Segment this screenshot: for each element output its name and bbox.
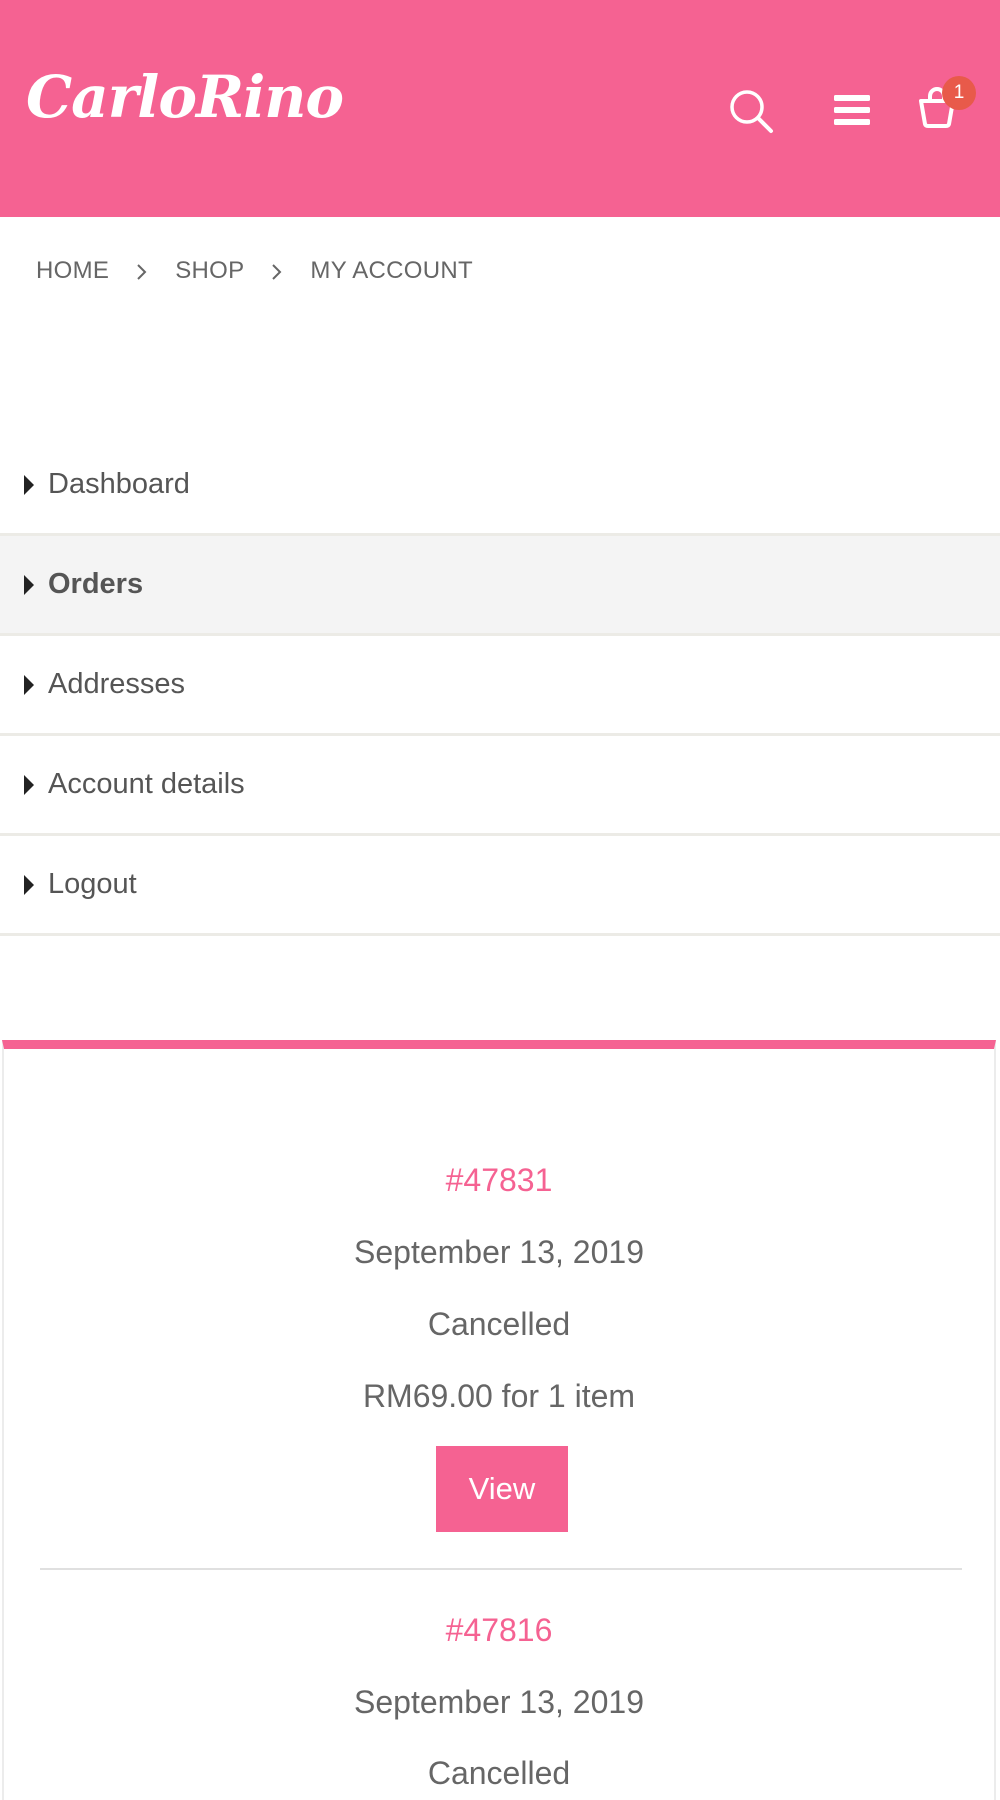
- menu-icon[interactable]: [832, 90, 872, 130]
- chevron-right-icon: [244, 257, 310, 285]
- breadcrumb-home[interactable]: HOME: [36, 257, 109, 285]
- order-total: RM69.00 for 1 item: [362, 1378, 636, 1414]
- nav-item-label: Logout: [48, 868, 137, 900]
- breadcrumb: HOME SHOP MY ACCOUNT: [36, 256, 473, 286]
- nav-item-label: Dashboard: [48, 468, 190, 500]
- nav-item-account-details[interactable]: Account details: [0, 736, 1000, 836]
- cart-count-badge: 1: [942, 76, 976, 110]
- order-divider: [40, 1568, 962, 1570]
- site-header: CarloRino 1: [0, 0, 1000, 217]
- caret-right-icon: [24, 774, 34, 795]
- caret-right-icon: [24, 874, 34, 895]
- breadcrumb-my-account: MY ACCOUNT: [310, 257, 473, 284]
- nav-item-orders[interactable]: Orders: [0, 536, 1000, 636]
- nav-item-dashboard[interactable]: Dashboard: [0, 436, 1000, 536]
- site-logo[interactable]: CarloRino: [26, 68, 344, 126]
- order-number-link[interactable]: #47816: [446, 1612, 553, 1648]
- order-status: Cancelled: [427, 1306, 571, 1342]
- breadcrumb-shop[interactable]: SHOP: [175, 257, 244, 285]
- order-number-cell: #47816: [4, 1610, 994, 1650]
- order-number-cell: #47831: [4, 1160, 994, 1200]
- nav-item-label: Orders: [48, 568, 144, 600]
- nav-item-logout[interactable]: Logout: [0, 836, 1000, 936]
- nav-item-label: Account details: [48, 768, 245, 800]
- view-order-button[interactable]: View: [436, 1446, 568, 1532]
- search-icon[interactable]: [728, 88, 774, 134]
- order-date: September 13, 2019: [354, 1234, 644, 1270]
- orders-table: #47831 September 13, 2019 Cancelled RM69…: [2, 1040, 996, 1800]
- account-navigation: Dashboard Orders Addresses Account detai…: [0, 436, 1000, 936]
- caret-right-icon: [24, 574, 34, 595]
- chevron-right-icon: [109, 257, 175, 285]
- order-status: Cancelled: [427, 1755, 571, 1791]
- order-date: September 13, 2019: [354, 1684, 644, 1720]
- order-number-link[interactable]: #47831: [446, 1162, 553, 1198]
- nav-item-label: Addresses: [48, 668, 186, 700]
- caret-right-icon: [24, 474, 34, 495]
- caret-right-icon: [24, 674, 34, 695]
- nav-item-addresses[interactable]: Addresses: [0, 636, 1000, 736]
